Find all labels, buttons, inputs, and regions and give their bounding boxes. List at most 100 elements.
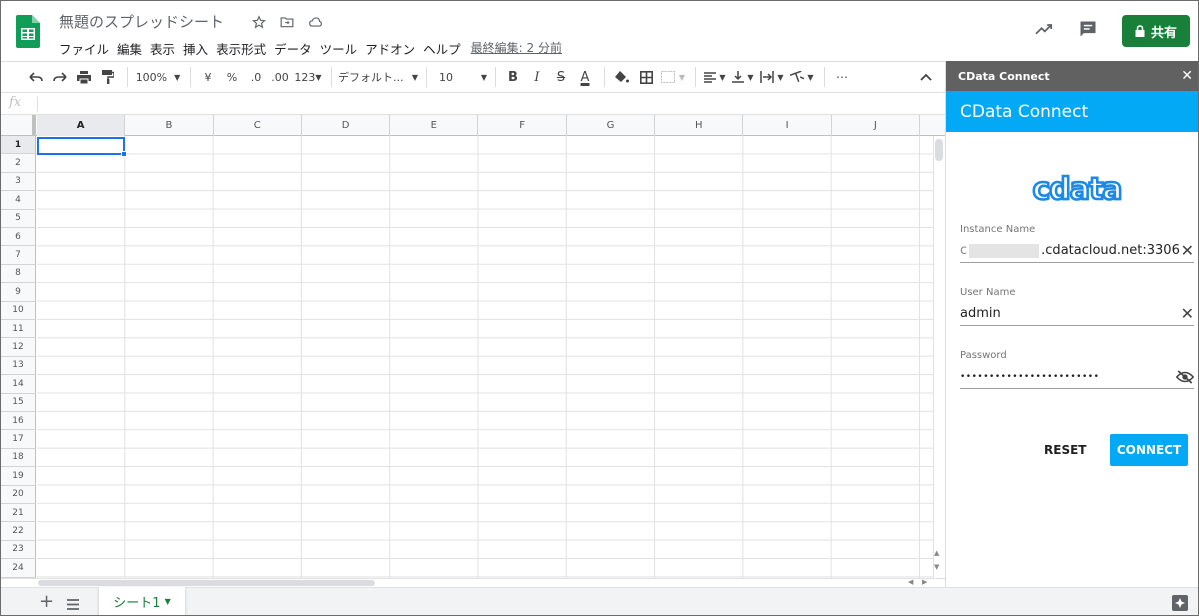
document-title[interactable]: 無題のスプレッドシート <box>59 11 224 32</box>
star-icon[interactable] <box>250 13 268 31</box>
visibility-off-icon[interactable] <box>1176 369 1194 384</box>
selected-cell-a1[interactable] <box>37 137 125 155</box>
row-header-6[interactable]: 6 <box>1 228 36 247</box>
currency-button[interactable]: ¥ <box>197 65 219 89</box>
row-header-16[interactable]: 16 <box>1 412 36 431</box>
activity-trend-icon[interactable] <box>1034 21 1054 41</box>
row-header-5[interactable]: 5 <box>1 209 36 228</box>
column-header-f[interactable]: F <box>479 115 567 136</box>
column-header-e[interactable]: E <box>390 115 479 136</box>
row-header-12[interactable]: 12 <box>1 338 36 357</box>
horizontal-scrollbar[interactable]: ◀ ▶ <box>1 578 945 587</box>
fill-handle[interactable] <box>121 151 127 157</box>
row-header-1[interactable]: 1 <box>1 136 36 155</box>
percent-button[interactable]: % <box>221 65 243 89</box>
row-header-23[interactable]: 23 <box>1 540 36 560</box>
close-icon[interactable]: ✕ <box>1181 68 1193 84</box>
menu-tools[interactable]: ツール <box>320 39 358 58</box>
row-header-22[interactable]: 22 <box>1 522 36 541</box>
text-rotation-icon[interactable]: ▼ <box>788 65 816 89</box>
print-icon[interactable] <box>73 65 95 89</box>
row-header-8[interactable]: 8 <box>1 264 36 284</box>
text-color-button[interactable]: A <box>574 65 596 89</box>
menu-view[interactable]: 表示 <box>150 39 175 58</box>
menu-edit[interactable]: 編集 <box>117 39 142 58</box>
strikethrough-button[interactable]: S <box>550 65 572 89</box>
column-header-h[interactable]: H <box>655 115 744 136</box>
formula-bar[interactable]: fx <box>1 93 945 115</box>
italic-button[interactable]: I <box>526 65 548 89</box>
menu-addons[interactable]: アドオン <box>365 39 415 58</box>
horizontal-scroll-thumb[interactable] <box>38 580 375 586</box>
menu-insert[interactable]: 挿入 <box>183 39 208 58</box>
vertical-align-icon[interactable]: ▼ <box>730 65 756 89</box>
vertical-scroll-thumb[interactable] <box>935 139 943 161</box>
scroll-up-arrow-icon[interactable]: ▲ <box>934 549 939 557</box>
zoom-select[interactable]: 100% ▼ <box>134 65 182 89</box>
row-header-10[interactable]: 10 <box>1 301 36 320</box>
add-sheet-icon[interactable]: + <box>39 591 54 612</box>
clear-user-icon[interactable]: ✕ <box>1181 304 1194 323</box>
comments-icon[interactable] <box>1078 19 1098 43</box>
connect-button[interactable]: CONNECT <box>1110 434 1188 466</box>
horizontal-align-icon[interactable]: ▼ <box>702 65 728 89</box>
column-header-i[interactable]: I <box>743 115 832 136</box>
row-header-13[interactable]: 13 <box>1 356 36 376</box>
borders-icon[interactable] <box>635 65 657 89</box>
sheets-logo-icon[interactable] <box>16 15 40 48</box>
decrease-decimal-button[interactable]: .0 <box>245 65 267 89</box>
row-header-2[interactable]: 2 <box>1 154 36 173</box>
select-all-corner[interactable] <box>1 115 36 136</box>
instance-name-input[interactable]: c .cdatacloud.net:3306 ✕ <box>960 239 1194 263</box>
row-header-15[interactable]: 15 <box>1 393 36 412</box>
column-header-g[interactable]: G <box>567 115 656 136</box>
vertical-scrollbar[interactable] <box>933 136 945 578</box>
cloud-status-icon[interactable] <box>306 13 324 31</box>
row-header-14[interactable]: 14 <box>1 375 36 394</box>
all-sheets-icon[interactable] <box>67 595 79 614</box>
redo-icon[interactable] <box>49 65 71 89</box>
menu-format[interactable]: 表示形式 <box>216 39 266 58</box>
column-header-d[interactable]: D <box>302 115 391 136</box>
row-header-9[interactable]: 9 <box>1 283 36 302</box>
sheet-tab-1[interactable]: シート1 ▼ <box>99 587 185 615</box>
row-header-11[interactable]: 11 <box>1 320 36 339</box>
share-button[interactable]: 共有 <box>1122 15 1190 47</box>
increase-decimal-button[interactable]: .00 <box>269 65 291 89</box>
fill-color-icon[interactable] <box>611 65 633 89</box>
bold-button[interactable]: B <box>502 65 524 89</box>
column-header-b[interactable]: B <box>125 115 214 136</box>
row-header-17[interactable]: 17 <box>1 430 36 449</box>
move-folder-icon[interactable] <box>278 13 296 31</box>
scroll-right-arrow-icon[interactable]: ▶ <box>922 578 927 586</box>
row-header-18[interactable]: 18 <box>1 448 36 468</box>
row-header-3[interactable]: 3 <box>1 172 36 192</box>
clear-instance-icon[interactable]: ✕ <box>1181 241 1194 260</box>
row-header-4[interactable]: 4 <box>1 191 36 210</box>
column-header-c[interactable]: C <box>214 115 302 136</box>
font-select[interactable]: デフォルト... ▼ <box>338 65 418 89</box>
collapse-toolbar-icon[interactable] <box>915 65 937 89</box>
password-input[interactable]: •••••••••••••••••••••••• <box>960 365 1194 389</box>
undo-icon[interactable] <box>25 65 47 89</box>
menu-file[interactable]: ファイル <box>59 39 109 58</box>
row-header-21[interactable]: 21 <box>1 504 36 523</box>
column-header-j[interactable]: J <box>832 115 920 136</box>
scroll-down-arrow-icon[interactable]: ▼ <box>934 563 939 571</box>
scroll-left-arrow-icon[interactable]: ◀ <box>908 578 913 586</box>
row-header-20[interactable]: 20 <box>1 485 36 504</box>
cell-area[interactable] <box>37 136 933 578</box>
last-edit-link[interactable]: 最終編集: 2 分前 <box>471 39 562 58</box>
row-header-7[interactable]: 7 <box>1 246 36 265</box>
spreadsheet-grid[interactable]: ABCDEFGHIJ 1 2 3 4 5 6 7 8 9 10 11 12 13 14 15 16 17 18 19… <box>1 115 945 578</box>
paint-format-icon[interactable] <box>97 65 119 89</box>
more-formats-select[interactable]: 123 ▼ <box>293 65 323 89</box>
explore-icon[interactable] <box>1172 595 1188 615</box>
menu-help[interactable]: ヘルプ <box>423 39 461 58</box>
column-header-a[interactable]: A <box>37 115 126 136</box>
font-size-select[interactable]: 10 ▼ <box>433 65 487 89</box>
menu-data[interactable]: データ <box>274 39 312 58</box>
more-options-icon[interactable]: ⋯ <box>831 65 853 89</box>
reset-button[interactable]: RESET <box>1044 434 1086 466</box>
chevron-down-icon[interactable]: ▼ <box>165 597 171 606</box>
